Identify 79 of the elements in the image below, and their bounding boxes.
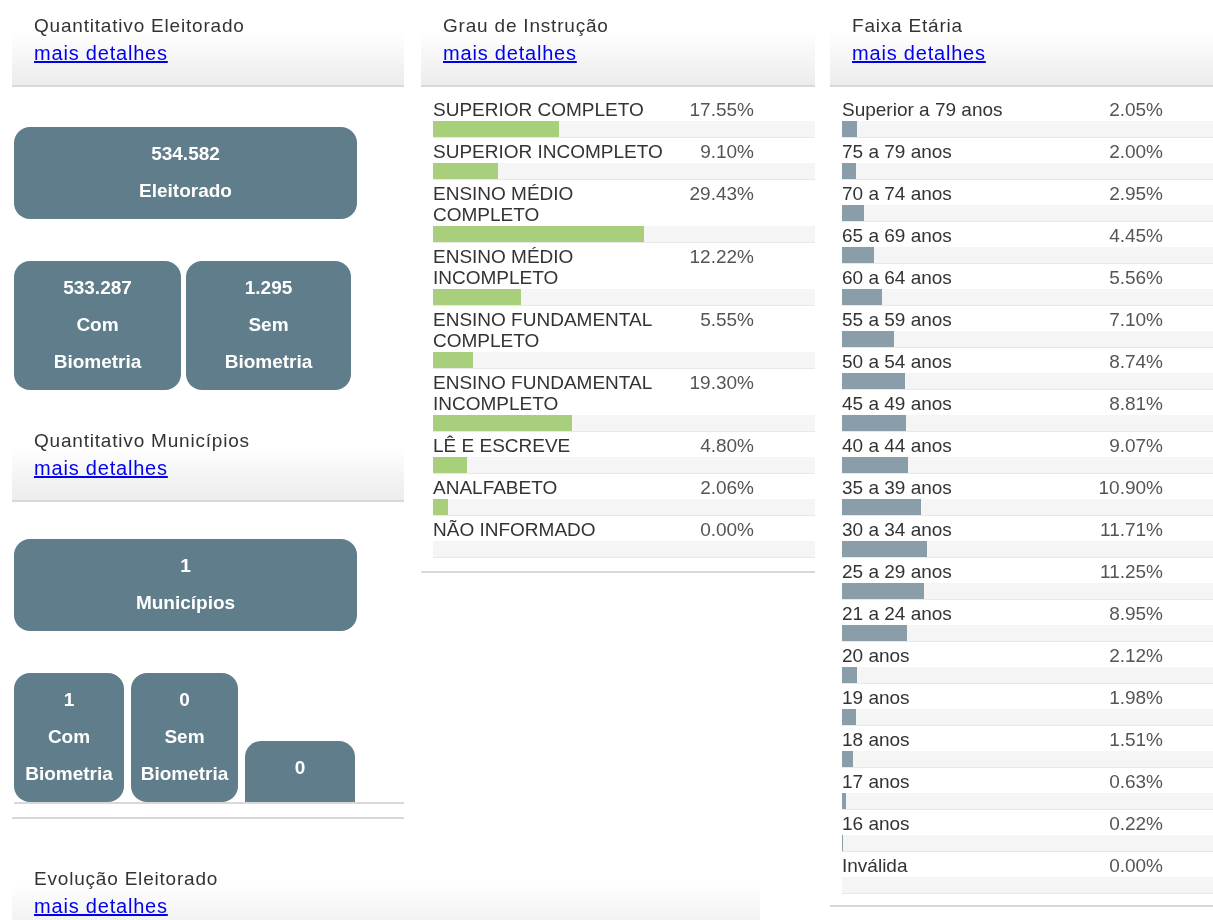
row-percent: 17.55% — [688, 99, 754, 120]
row-percent: 5.56% — [1108, 267, 1163, 288]
stat-value: 1.295 — [244, 276, 293, 300]
row-label: 70 a 74 anos — [842, 183, 953, 204]
details-link[interactable]: mais detalhes — [852, 42, 986, 64]
row-percent: 12.22% — [688, 246, 754, 269]
row-percent: 9.10% — [699, 141, 754, 162]
row-percent: 1.51% — [1108, 729, 1163, 750]
row-label: 60 a 64 anos — [842, 267, 953, 288]
row-label: 17 anos — [842, 771, 911, 792]
row-label: 18 anos — [842, 729, 911, 750]
row-label: 55 a 59 anos — [842, 309, 953, 330]
row-percent: 8.74% — [1108, 351, 1163, 372]
row-label: Superior a 79 anos — [842, 99, 1004, 120]
details-link[interactable]: mais detalhes — [34, 457, 168, 479]
row-label: SUPERIOR INCOMPLETO — [433, 141, 664, 162]
row-percent: 0.00% — [699, 519, 754, 540]
row-label: NÃO INFORMADO — [433, 519, 597, 540]
stat-label: Eleitorado — [139, 179, 232, 203]
row-percent: 4.80% — [699, 435, 754, 456]
row-percent: 10.90% — [1097, 477, 1163, 498]
row-label: Inválida — [842, 855, 909, 876]
stat-label: Com Biometria — [52, 313, 143, 374]
row-percent: 2.00% — [1108, 141, 1163, 162]
row-percent: 0.00% — [1108, 855, 1163, 876]
details-link[interactable]: mais detalhes — [443, 42, 577, 64]
details-link[interactable]: mais detalhes — [34, 895, 168, 917]
row-label: 25 a 29 anos — [842, 561, 953, 582]
section-title: Quantitativo Municípios — [33, 429, 251, 452]
row-label: 75 a 79 anos — [842, 141, 953, 162]
section-title: Faixa Etária — [851, 14, 964, 37]
row-label: 50 a 54 anos — [842, 351, 953, 372]
row-label: ENSINO FUNDAMENTAL INCOMPLETO — [433, 372, 653, 414]
stat-value: 0 — [179, 688, 190, 712]
stat-value: 1 — [63, 688, 75, 712]
row-percent: 8.95% — [1108, 603, 1163, 624]
row-percent: 2.06% — [699, 477, 754, 498]
row-percent: 0.22% — [1108, 813, 1163, 834]
row-label: 16 anos — [842, 813, 911, 834]
row-label: 30 a 34 anos — [842, 519, 953, 540]
stat-value: 1 — [180, 554, 191, 578]
row-percent: 4.45% — [1108, 225, 1163, 246]
row-label: ENSINO MÉDIO COMPLETO — [433, 183, 575, 225]
stat-value: 534.582 — [151, 142, 220, 166]
row-percent: 11.25% — [1098, 561, 1163, 582]
row-percent: 9.07% — [1108, 435, 1163, 456]
row-percent: 0.63% — [1108, 771, 1163, 792]
row-percent: 8.81% — [1108, 393, 1163, 414]
row-label: 21 a 24 anos — [842, 603, 953, 624]
row-label: LÊ E ESCREVE — [433, 435, 572, 456]
row-percent: 2.12% — [1108, 645, 1163, 666]
row-percent: 2.05% — [1108, 99, 1163, 120]
row-label: ENSINO FUNDAMENTAL COMPLETO — [433, 309, 653, 351]
row-percent: 11.71% — [1098, 519, 1163, 540]
row-percent: 7.10% — [1108, 309, 1163, 330]
section-title: Quantitativo Eleitorado — [33, 14, 246, 37]
row-percent: 1.98% — [1108, 687, 1163, 708]
details-link[interactable]: mais detalhes — [34, 42, 168, 64]
section-title: Grau de Instrução — [442, 14, 610, 37]
row-label: 45 a 49 anos — [842, 393, 953, 414]
row-label: 20 anos — [842, 645, 911, 666]
row-percent: 5.55% — [699, 309, 754, 332]
row-percent: 2.95% — [1108, 183, 1163, 204]
row-percent: 29.43% — [688, 183, 754, 206]
stat-label: Sem Biometria — [140, 725, 229, 786]
stat-value: 0 — [294, 756, 306, 780]
stat-label: Com Biometria — [25, 725, 113, 786]
row-label: ENSINO MÉDIO INCOMPLETO — [433, 246, 575, 288]
row-label: 65 a 69 anos — [842, 225, 953, 246]
row-label: SUPERIOR COMPLETO — [433, 99, 645, 120]
stat-label: Municípios — [135, 591, 236, 615]
section-title: Evolução Eleitorado — [33, 867, 220, 890]
row-label: 35 a 39 anos — [842, 477, 953, 498]
row-label: ANALFABETO — [433, 477, 559, 498]
stat-label: Sem Biometria — [223, 313, 314, 374]
stat-value: 533.287 — [63, 276, 132, 300]
row-percent: 19.30% — [688, 372, 754, 395]
row-label: 19 anos — [842, 687, 911, 708]
row-label: 40 a 44 anos — [842, 435, 953, 456]
